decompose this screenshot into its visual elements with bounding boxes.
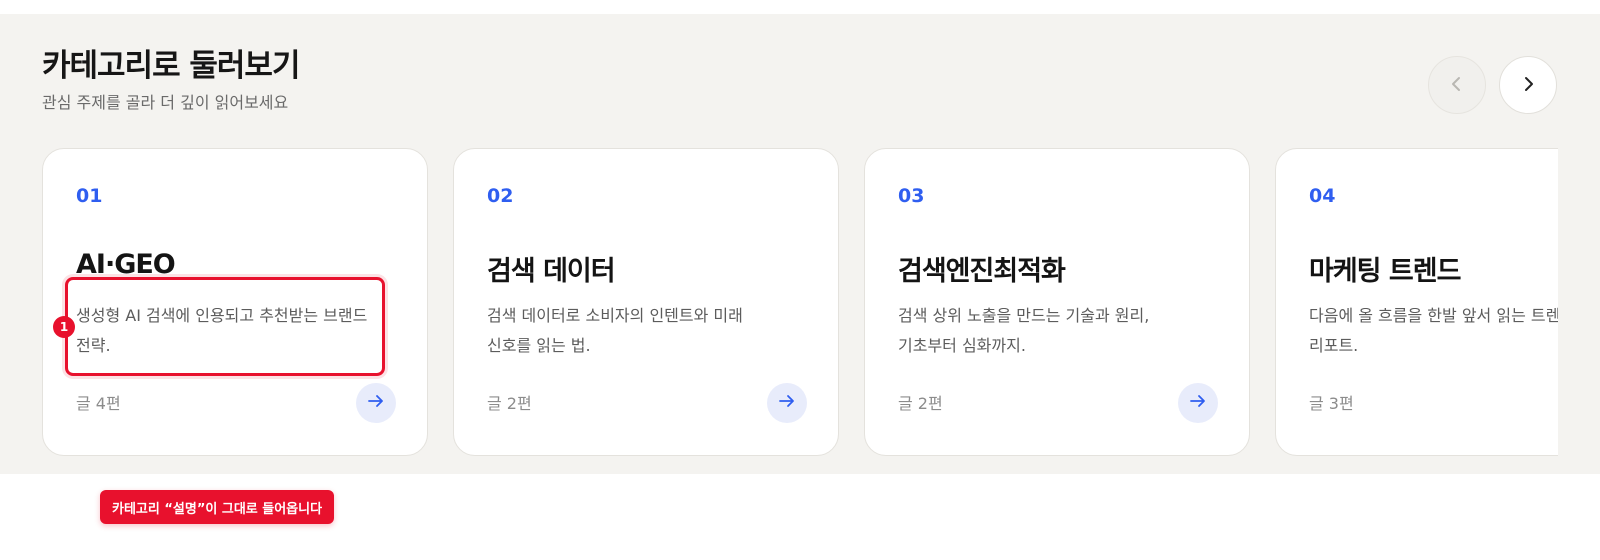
carousel-next-button[interactable] — [1499, 56, 1557, 114]
category-section: 카테고리로 둘러보기 관심 주제를 골라 더 깊이 읽어보세요 01 AI·GE… — [0, 14, 1600, 474]
card-number: 03 — [898, 185, 925, 207]
card-description: 검색 상위 노출을 만드는 기술과 원리, 기초부터 심화까지. — [898, 301, 1228, 361]
card-title: 검색엔진최적화 — [898, 256, 1066, 287]
card-post-count: 글 3편 — [1309, 394, 1354, 413]
card-arrow-button[interactable] — [1178, 383, 1218, 423]
card-post-count: 글 2편 — [487, 394, 532, 413]
card-post-count: 글 4편 — [76, 394, 121, 413]
category-card[interactable]: 03 검색엔진최적화 검색 상위 노출을 만드는 기술과 원리, 기초부터 심화… — [864, 148, 1250, 456]
section-subtitle: 관심 주제를 골라 더 깊이 읽어보세요 — [42, 93, 289, 112]
card-number: 01 — [76, 185, 103, 207]
card-description: 검색 데이터로 소비자의 인텐트와 미래 신호를 읽는 법. — [487, 301, 817, 361]
card-post-count: 글 2편 — [898, 394, 943, 413]
card-description-line: 검색 데이터로 소비자의 인텐트와 미래 — [487, 306, 743, 325]
arrow-right-icon — [367, 392, 385, 414]
card-title: AI·GEO — [76, 249, 176, 280]
annotation-marker: 1 — [53, 316, 75, 338]
card-number: 04 — [1309, 185, 1336, 207]
annotation-highlight-box — [65, 277, 385, 376]
card-arrow-button[interactable] — [767, 383, 807, 423]
annotation-tooltip: 카테고리 “설명”이 그대로 들어옵니다 — [100, 490, 335, 524]
section-title: 카테고리로 둘러보기 — [42, 48, 300, 84]
card-title: 마케팅 트렌드 — [1309, 256, 1461, 287]
card-title: 검색 데이터 — [487, 256, 616, 287]
arrow-right-icon — [778, 392, 796, 414]
category-card[interactable]: 02 검색 데이터 검색 데이터로 소비자의 인텐트와 미래 신호를 읽는 법.… — [453, 148, 839, 456]
card-description-line: 리포트. — [1309, 336, 1359, 355]
card-description: 다음에 올 흐름을 한발 앞서 읽는 트렌드 리포트. — [1309, 301, 1558, 361]
chevron-right-icon — [1519, 75, 1537, 96]
chevron-left-icon — [1448, 75, 1466, 96]
card-description-line: 기초부터 심화까지. — [898, 336, 1026, 355]
card-description-line: 다음에 올 흐름을 한발 앞서 읽는 트렌드 — [1309, 306, 1558, 325]
card-description-line: 검색 상위 노출을 만드는 기술과 원리, — [898, 306, 1150, 325]
category-card[interactable]: 04 마케팅 트렌드 다음에 올 흐름을 한발 앞서 읽는 트렌드 리포트. 글… — [1275, 148, 1558, 456]
carousel-prev-button[interactable] — [1428, 56, 1486, 114]
arrow-right-icon — [1189, 392, 1207, 414]
card-number: 02 — [487, 185, 514, 207]
card-description-line: 신호를 읽는 법. — [487, 336, 591, 355]
card-arrow-button[interactable] — [356, 383, 396, 423]
